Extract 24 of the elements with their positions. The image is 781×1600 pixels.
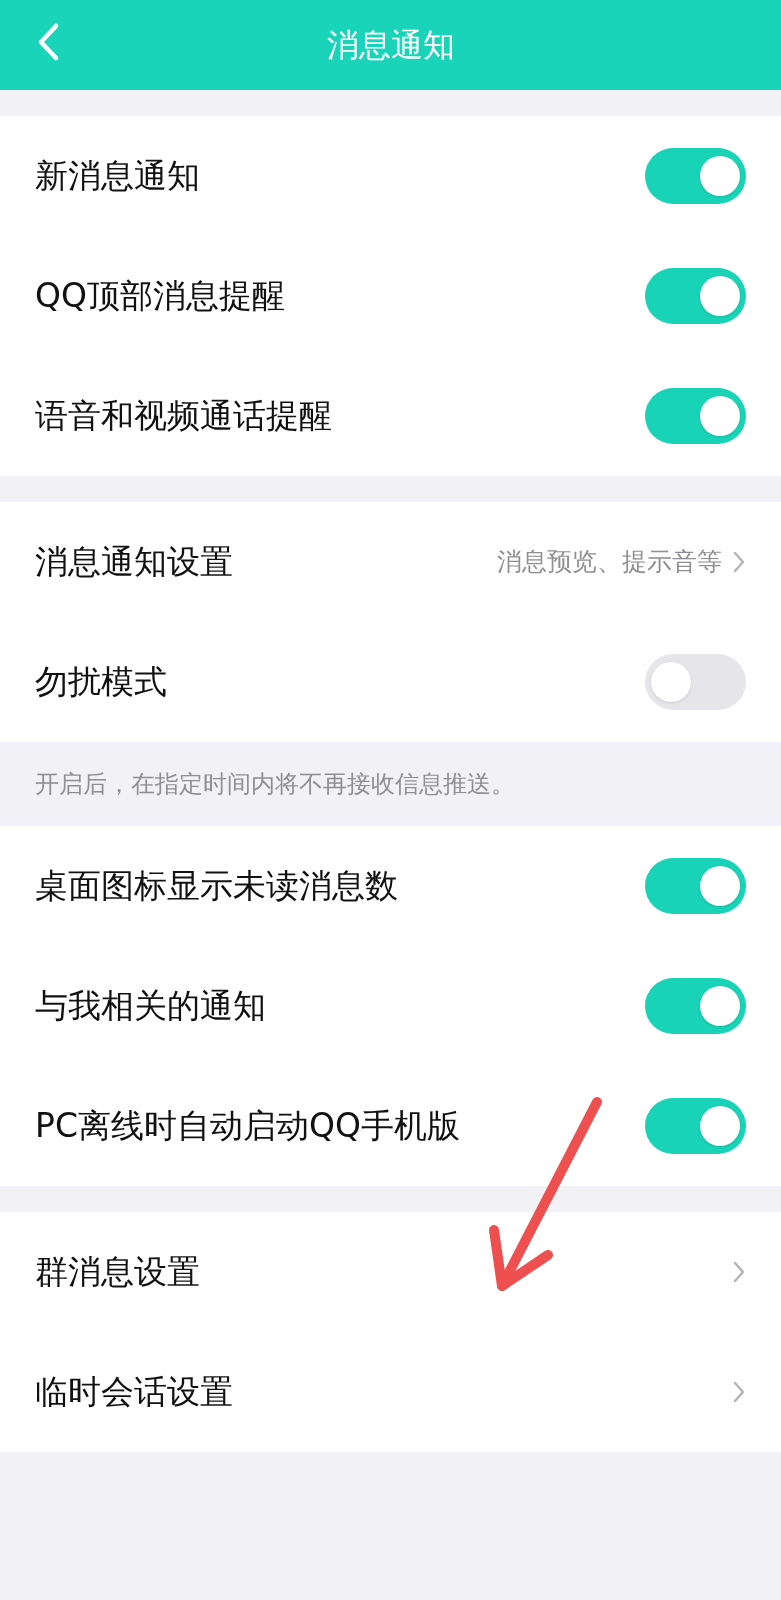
toggle-switch[interactable] [645, 654, 746, 710]
chevron-right-icon [732, 550, 746, 574]
setting-label: 群消息设置 [35, 1251, 200, 1294]
setting-label: QQ顶部消息提醒 [35, 275, 285, 318]
chevron-right-icon [732, 1260, 746, 1284]
setting-label: 新消息通知 [35, 155, 200, 198]
setting-label: 临时会话设置 [35, 1371, 233, 1414]
toggle-switch[interactable] [645, 978, 746, 1034]
toggle-switch[interactable] [645, 268, 746, 324]
setting-value: 消息预览、提示音等 [497, 546, 722, 579]
chevron-right-icon [732, 1380, 746, 1404]
setting-label: 与我相关的通知 [35, 985, 266, 1028]
toggle-switch[interactable] [645, 858, 746, 914]
toggle-switch[interactable] [645, 388, 746, 444]
toggle-switch[interactable] [645, 1098, 746, 1154]
setting-label: 语音和视频通话提醒 [35, 395, 332, 438]
note-text: 开启后，在指定时间内将不再接收信息推送。 [35, 769, 515, 800]
setting-label: PC离线时自动启动QQ手机版 [35, 1105, 460, 1148]
header-title: 消息通知 [326, 25, 455, 66]
back-icon[interactable] [36, 22, 60, 62]
toggle-switch[interactable] [645, 148, 746, 204]
setting-label: 桌面图标显示未读消息数 [35, 865, 398, 908]
setting-label: 勿扰模式 [35, 661, 167, 704]
setting-label: 消息通知设置 [35, 541, 233, 584]
